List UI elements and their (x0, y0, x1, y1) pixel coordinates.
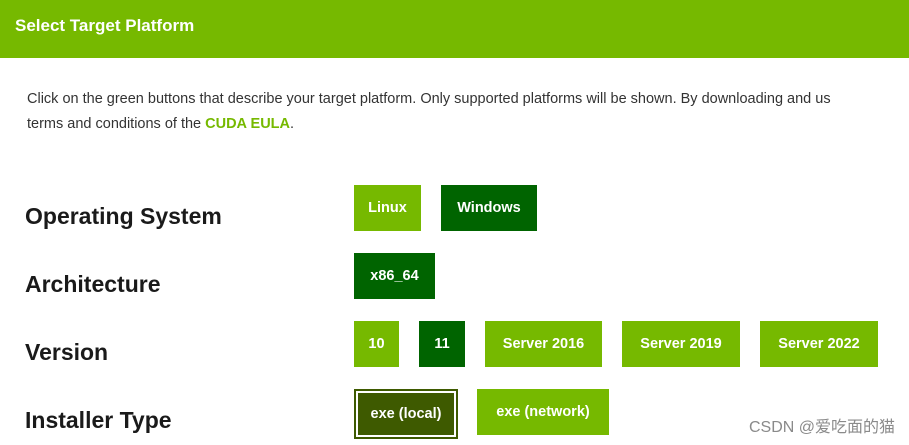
intro-line-2-prefix: terms and conditions of the (27, 116, 206, 132)
arch-option-x86-64[interactable]: x86_64 (354, 253, 435, 299)
version-option-11[interactable]: 11 (419, 321, 465, 367)
version-option-server-2016[interactable]: Server 2016 (485, 321, 602, 367)
version-option-10[interactable]: 10 (354, 321, 399, 367)
installer-option-exe-local[interactable]: exe (local) (354, 389, 458, 439)
intro-line-2: terms and conditions of the CUDA EULA. (27, 112, 909, 137)
intro-text: Click on the green buttons that describe… (27, 87, 909, 137)
cuda-eula-link[interactable]: CUDA EULA (205, 116, 290, 132)
os-option-linux[interactable]: Linux (354, 185, 421, 231)
operating-system-label: Operating System (25, 203, 222, 229)
version-option-server-2022[interactable]: Server 2022 (760, 321, 878, 367)
os-option-windows[interactable]: Windows (441, 185, 537, 231)
page-title: Select Target Platform (15, 16, 195, 35)
version-label: Version (25, 339, 109, 365)
csdn-watermark: CSDN @爱吃面的猫 (748, 419, 895, 436)
version-option-server-2019[interactable]: Server 2019 (622, 321, 740, 367)
header-bar: Select Target Platform (0, 0, 909, 58)
intro-line-2-suffix: . (290, 116, 295, 132)
installer-option-exe-network[interactable]: exe (network) (477, 389, 609, 435)
architecture-label: Architecture (25, 271, 161, 297)
intro-line-1: Click on the green buttons that describe… (27, 91, 831, 107)
installer-type-label: Installer Type (25, 407, 172, 433)
